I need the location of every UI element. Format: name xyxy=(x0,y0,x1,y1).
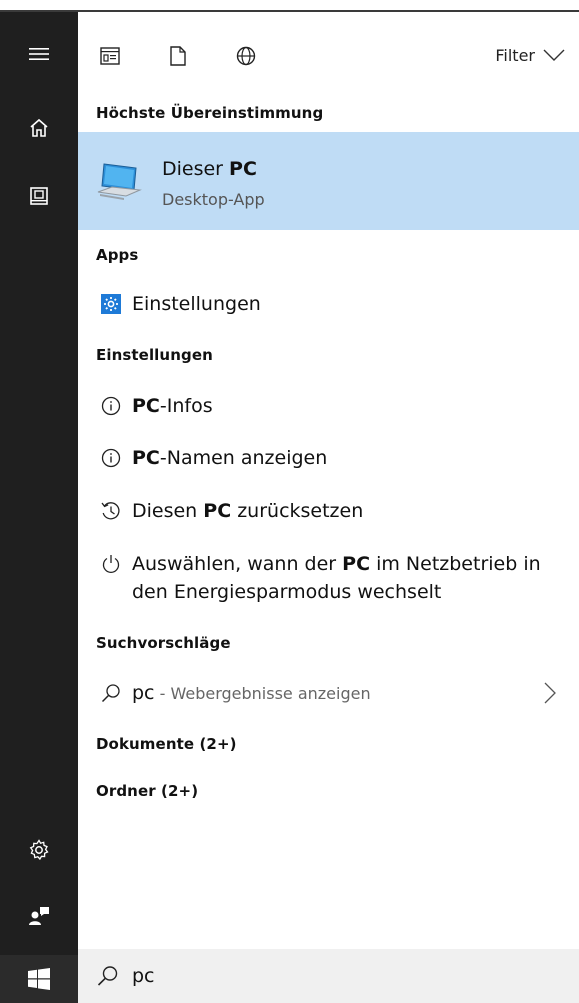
info-icon xyxy=(90,448,132,468)
home-icon xyxy=(30,118,48,137)
search-icon xyxy=(90,683,132,703)
chevron-right-icon xyxy=(544,682,556,704)
settings-button[interactable] xyxy=(0,826,78,874)
menu-button[interactable] xyxy=(0,30,78,78)
document-icon xyxy=(170,46,186,66)
web-suggestion-label: pc - Webergebnisse anzeigen xyxy=(132,679,371,708)
apps-filter-button[interactable] xyxy=(92,38,128,74)
best-match-subtitle: Desktop-App xyxy=(162,190,265,209)
kw-pc: PC xyxy=(203,500,232,522)
setting-label-power-sleep: Auswählen, wann der PC im Netzbetrieb in… xyxy=(132,550,541,606)
hamburger-icon xyxy=(29,48,49,60)
feedback-icon xyxy=(29,907,49,925)
setting-prefix-text: Auswählen, wann der xyxy=(132,553,343,575)
best-match-title: Dieser PC xyxy=(162,158,257,180)
setting-rest-text: im Netzbetrieb in xyxy=(370,553,541,575)
gear-icon xyxy=(29,839,49,861)
results-toolbar: Filter xyxy=(78,12,579,98)
setting-item-pc-info[interactable]: PC-Infos xyxy=(78,386,579,426)
best-match-title-keyword: PC xyxy=(229,158,257,180)
section-suggestions: Suchvorschläge xyxy=(96,634,231,652)
start-button[interactable] xyxy=(0,955,78,1003)
suggestion-subtext: - Webergebnisse anzeigen xyxy=(154,683,371,703)
best-match-title-prefix: Dieser xyxy=(162,158,230,180)
power-icon xyxy=(90,554,132,574)
search-results-panel: Filter Höchste Übereinstimmung Dieser PC… xyxy=(78,12,579,1003)
search-box[interactable]: pc xyxy=(78,949,579,1003)
documents-filter-button[interactable] xyxy=(160,38,196,74)
setting-item-reset-pc[interactable]: Diesen PC zurücksetzen xyxy=(78,491,579,531)
section-apps: Apps xyxy=(96,246,139,264)
search-input[interactable]: pc xyxy=(132,965,155,987)
windows-logo-icon xyxy=(28,968,50,990)
setting-label-pc-info: PC-Infos xyxy=(132,392,213,420)
kw-pc: PC xyxy=(132,395,160,417)
search-icon xyxy=(94,965,122,987)
feedback-button[interactable] xyxy=(0,892,78,940)
setting-rest-text: -Namen anzeigen xyxy=(159,447,328,469)
info-icon xyxy=(90,396,132,416)
section-settings: Einstellungen xyxy=(96,346,213,364)
settings-app-icon xyxy=(90,294,132,314)
suggestion-term: pc xyxy=(132,681,155,704)
home-button[interactable] xyxy=(0,104,78,152)
app-settings-item[interactable]: Einstellungen xyxy=(78,284,579,324)
web-suggestion-item[interactable]: pc - Webergebnisse anzeigen xyxy=(78,673,579,713)
setting-rest-text: -Infos xyxy=(159,395,213,417)
filter-label: Filter xyxy=(495,45,535,65)
setting-second-line: den Energiesparmodus wechselt xyxy=(132,581,442,603)
chevron-down-icon xyxy=(543,49,565,61)
section-folders[interactable]: Ordner (2+) xyxy=(96,782,198,800)
setting-label-pc-name: PC-Namen anzeigen xyxy=(132,444,327,472)
web-icon xyxy=(236,46,256,66)
setting-item-pc-name[interactable]: PC-Namen anzeigen xyxy=(78,438,579,478)
section-documents[interactable]: Dokumente (2+) xyxy=(96,735,237,753)
notebook-button[interactable] xyxy=(0,172,78,220)
left-rail xyxy=(0,12,78,1003)
app-settings-label: Einstellungen xyxy=(132,293,261,315)
notebook-icon xyxy=(30,187,48,205)
setting-item-power-sleep[interactable]: Auswählen, wann der PC im Netzbetrieb in… xyxy=(78,550,579,620)
apps-icon xyxy=(100,47,120,65)
setting-label-reset-pc: Diesen PC zurücksetzen xyxy=(132,497,363,525)
history-icon xyxy=(90,501,132,521)
filter-dropdown[interactable]: Filter xyxy=(495,40,565,70)
setting-prefix-text: Diesen xyxy=(132,500,204,522)
best-match-item[interactable]: Dieser PC Desktop-App xyxy=(78,132,579,230)
section-best-match: Höchste Übereinstimmung xyxy=(96,104,324,122)
kw-pc: PC xyxy=(342,553,371,575)
top-margin xyxy=(0,0,579,10)
setting-rest-text: zurücksetzen xyxy=(231,500,364,522)
this-pc-icon xyxy=(96,160,142,206)
web-filter-button[interactable] xyxy=(228,38,264,74)
kw-pc: PC xyxy=(132,447,160,469)
